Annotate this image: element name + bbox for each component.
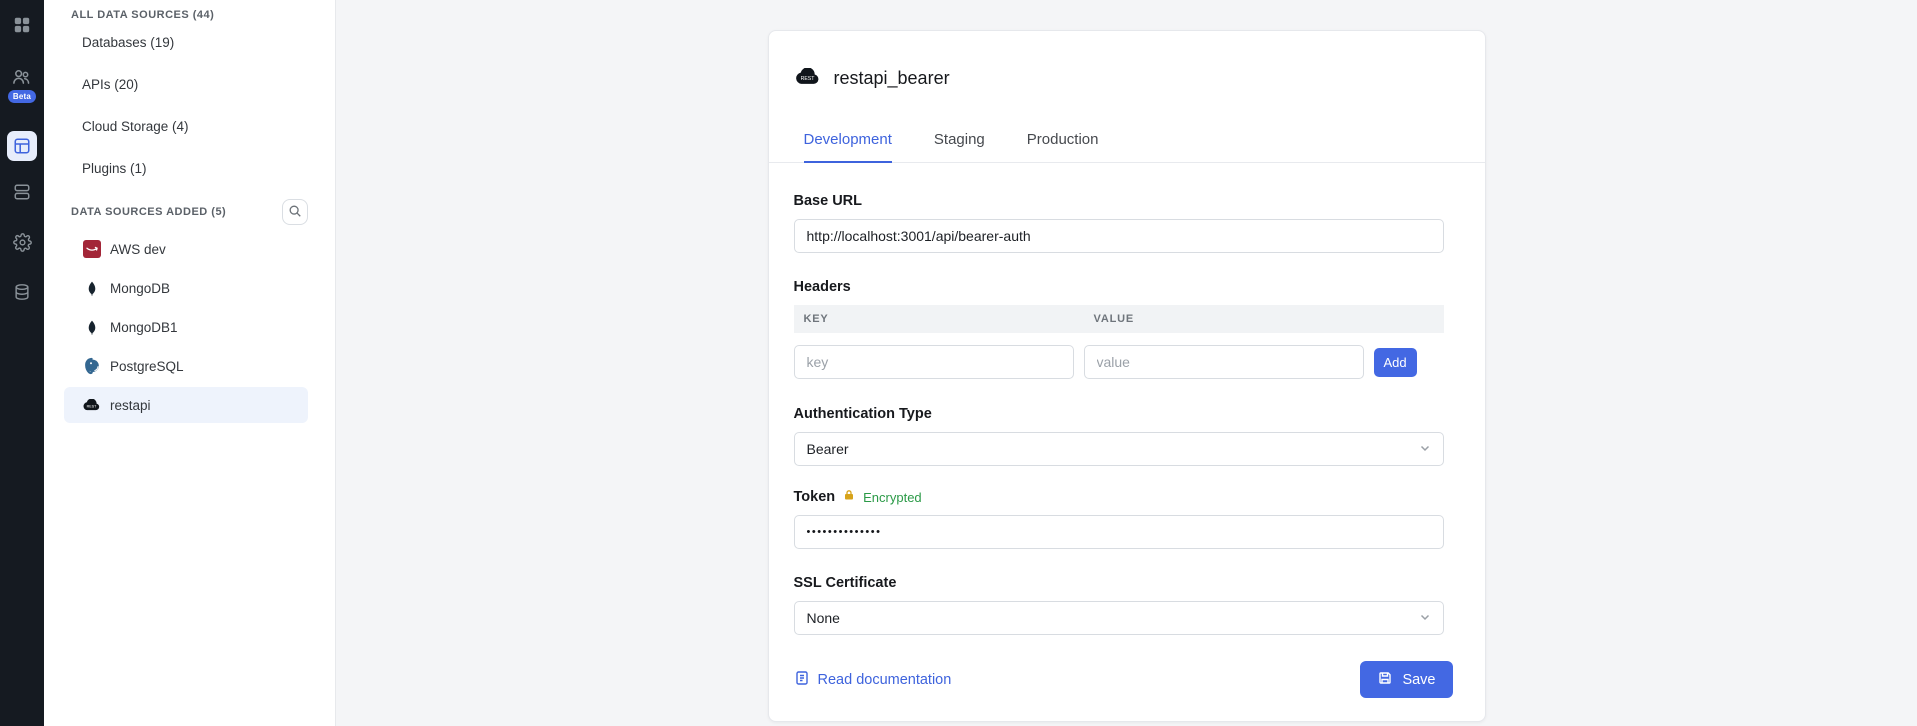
auth-type-group: Authentication Type Bearer (794, 406, 1444, 466)
headers-group: Headers KEY VALUE Add (794, 279, 1444, 379)
save-button-label: Save (1402, 672, 1435, 688)
workflows-icon[interactable] (11, 181, 33, 203)
sidebar-item-mongodb1[interactable]: MongoDB1 (64, 309, 308, 345)
header-value-input[interactable] (1084, 345, 1364, 379)
lock-icon (843, 488, 855, 506)
base-url-input[interactable] (794, 219, 1444, 253)
main-content: REST restapi_bearer Development Staging … (336, 0, 1917, 726)
ssl-label: SSL Certificate (794, 575, 1444, 591)
value-column-header: VALUE (1084, 313, 1134, 325)
app-rail: Beta (0, 0, 44, 726)
header-kv-row: Add (794, 345, 1444, 379)
users-nav: Beta (8, 65, 36, 103)
datasource-label: AWS dev (110, 242, 166, 257)
datasource-sidebar: ALL DATA SOURCES (44) Databases (19) API… (44, 0, 336, 726)
sidebar-item-restapi[interactable]: REST restapi (64, 387, 308, 423)
sidebar-item-plugins[interactable]: Plugins (1) (44, 147, 335, 189)
tab-production[interactable]: Production (1027, 131, 1099, 162)
postgresql-icon (82, 357, 101, 376)
chevron-down-icon (1419, 610, 1431, 626)
tab-staging[interactable]: Staging (934, 131, 985, 162)
headers-label: Headers (794, 279, 1444, 295)
environment-tabs: Development Staging Production (769, 131, 1485, 163)
header-key-input[interactable] (794, 345, 1074, 379)
search-datasource-button[interactable] (282, 199, 308, 225)
apps-grid-icon[interactable] (11, 14, 33, 36)
base-url-group: Base URL (794, 193, 1444, 253)
auth-type-label: Authentication Type (794, 406, 1444, 422)
aws-icon (82, 240, 101, 259)
document-icon (794, 670, 810, 690)
data-sources-icon[interactable] (7, 131, 37, 161)
ssl-value: None (807, 610, 840, 626)
save-button[interactable]: Save (1360, 661, 1452, 698)
tab-development[interactable]: Development (804, 131, 892, 163)
sidebar-item-postgresql[interactable]: PostgreSQL (64, 348, 308, 384)
datasource-label: restapi (110, 398, 151, 413)
base-url-label: Base URL (794, 193, 1444, 209)
users-icon[interactable] (11, 65, 33, 87)
rest-api-icon: REST (794, 68, 821, 90)
read-documentation-label: Read documentation (818, 672, 952, 688)
page-title: restapi_bearer (834, 68, 950, 89)
encrypted-badge: Encrypted (863, 490, 922, 505)
datasource-label: PostgreSQL (110, 359, 184, 374)
datasource-config-card: REST restapi_bearer Development Staging … (768, 30, 1486, 722)
token-group: Token Encrypted (794, 488, 1444, 549)
headers-table-head: KEY VALUE (794, 305, 1444, 333)
ssl-group: SSL Certificate None (794, 575, 1444, 635)
auth-type-select[interactable]: Bearer (794, 432, 1444, 466)
database-icon[interactable] (11, 281, 33, 303)
save-disk-icon (1377, 670, 1393, 690)
sidebar-item-apis[interactable]: APIs (20) (44, 63, 335, 105)
sidebar-item-mongodb[interactable]: MongoDB (64, 270, 308, 306)
mongodb-icon (82, 279, 101, 298)
token-label: Token (794, 489, 836, 505)
search-icon (288, 204, 302, 221)
datasource-label: MongoDB1 (110, 320, 178, 335)
sidebar-item-cloud-storage[interactable]: Cloud Storage (4) (44, 105, 335, 147)
mongodb-icon (82, 318, 101, 337)
datasource-label: MongoDB (110, 281, 170, 296)
card-footer: Read documentation Save (769, 661, 1485, 724)
beta-badge: Beta (8, 90, 36, 103)
datasource-form: Base URL Headers KEY VALUE Add Authentic… (769, 163, 1485, 661)
all-data-sources-heading: ALL DATA SOURCES (44) (71, 9, 308, 21)
chevron-down-icon (1419, 441, 1431, 457)
ssl-select[interactable]: None (794, 601, 1444, 635)
token-input[interactable] (794, 515, 1444, 549)
sidebar-item-aws-dev[interactable]: AWS dev (64, 231, 308, 267)
add-header-button[interactable]: Add (1374, 348, 1417, 377)
card-header: REST restapi_bearer (769, 31, 1485, 101)
settings-gear-icon[interactable] (11, 231, 33, 253)
svg-text:REST: REST (87, 404, 97, 408)
data-sources-added-heading: DATA SOURCES ADDED (5) (71, 206, 226, 218)
token-label-row: Token Encrypted (794, 488, 1444, 506)
sidebar-item-databases[interactable]: Databases (19) (44, 21, 335, 63)
read-documentation-link[interactable]: Read documentation (794, 670, 952, 690)
key-column-header: KEY (794, 313, 1084, 325)
rest-api-icon: REST (82, 396, 101, 415)
svg-text:REST: REST (800, 76, 815, 82)
auth-type-value: Bearer (807, 441, 849, 457)
